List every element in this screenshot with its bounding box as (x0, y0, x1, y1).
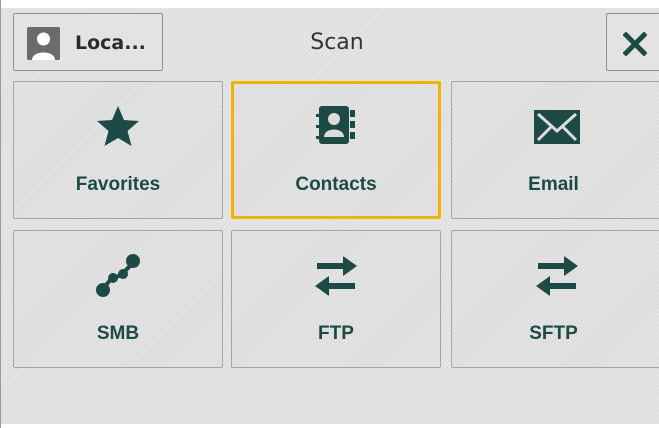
page-title: Scan (310, 30, 364, 55)
tile-label: Email (528, 174, 579, 195)
address-book-icon (309, 100, 363, 154)
top-frame (1, 0, 659, 8)
scan-screen: Loca... Scan Favorites Contacts Email SM… (0, 0, 659, 428)
close-button[interactable] (606, 13, 659, 71)
user-avatar-icon (27, 27, 60, 60)
tile-label: SFTP (529, 323, 578, 344)
envelope-icon (530, 100, 584, 154)
network-nodes-icon (91, 249, 145, 303)
bottom-frame (1, 424, 659, 428)
local-user-button[interactable]: Loca... (13, 13, 163, 71)
transfer-arrows-icon (309, 249, 363, 303)
tile-label: Favorites (75, 174, 161, 195)
email-tile[interactable]: Email (451, 81, 659, 219)
tile-label: FTP (318, 323, 354, 344)
sftp-tile[interactable]: SFTP (451, 230, 659, 368)
contacts-tile[interactable]: Contacts (231, 81, 441, 219)
close-icon (623, 32, 647, 56)
transfer-arrows-icon (530, 249, 584, 303)
tile-label: Contacts (295, 174, 377, 195)
star-icon (91, 100, 145, 154)
favorites-tile[interactable]: Favorites (13, 81, 223, 219)
user-button-label: Loca... (75, 32, 146, 54)
ftp-tile[interactable]: FTP (231, 230, 441, 368)
tile-label: SMB (96, 323, 140, 344)
smb-tile[interactable]: SMB (13, 230, 223, 368)
